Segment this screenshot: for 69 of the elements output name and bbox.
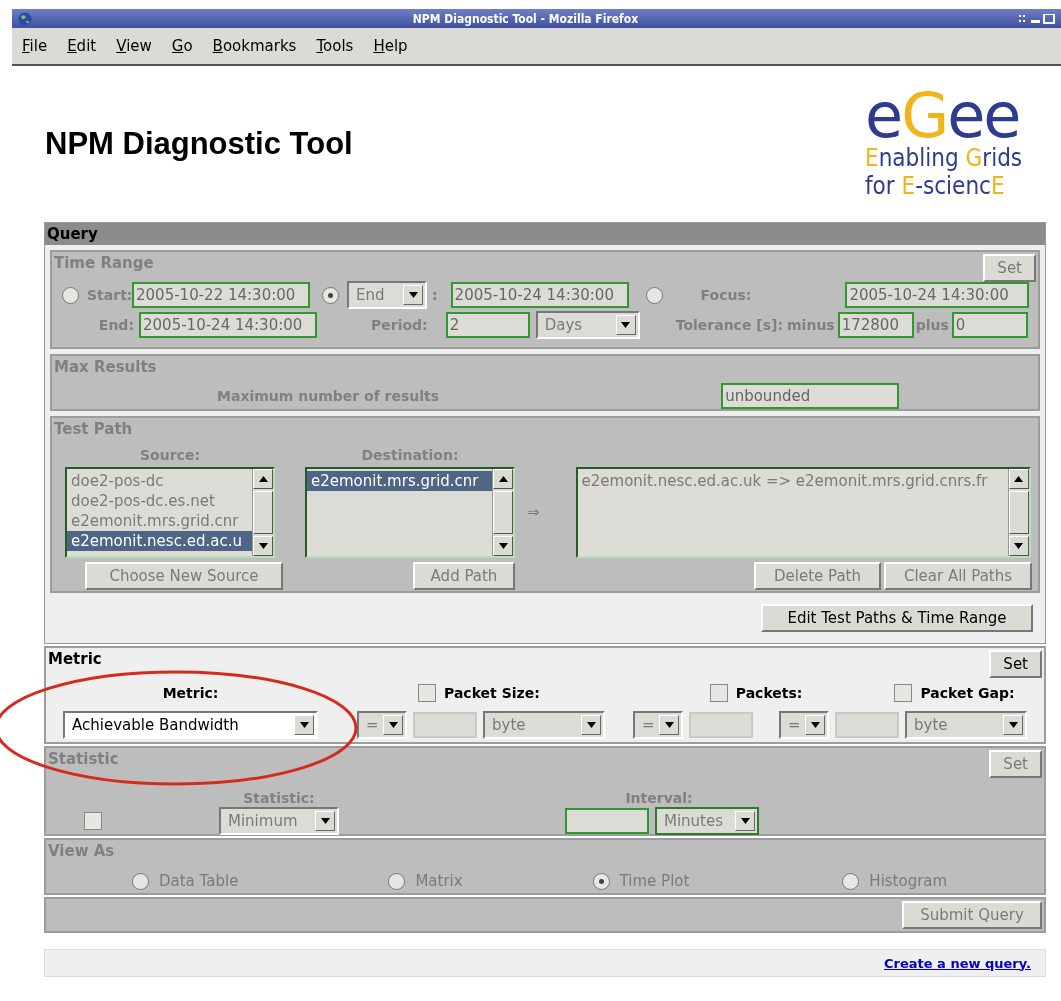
field-label: Tolerance [s]: bbox=[675, 317, 784, 333]
menu-item[interactable]: Help bbox=[373, 37, 408, 55]
field-label: Source: bbox=[139, 447, 201, 463]
field-label: Focus: bbox=[700, 287, 752, 303]
select-field[interactable]: byte bbox=[483, 711, 605, 739]
panel-title: View As bbox=[48, 842, 115, 860]
window-title: NPM Diagnostic Tool - Mozilla Firefox bbox=[411, 11, 640, 26]
arrow-symbol: ⇒ bbox=[527, 503, 540, 521]
set-button[interactable]: Set bbox=[989, 650, 1042, 678]
new-query-link[interactable]: Create a new query. bbox=[884, 955, 1031, 971]
field-label: plus bbox=[915, 317, 949, 333]
edit-paths-button[interactable]: Edit Test Paths & Time Range bbox=[761, 604, 1033, 632]
menu-item[interactable]: Go bbox=[171, 37, 193, 55]
scroll-up-icon bbox=[1014, 475, 1024, 482]
checkbox[interactable] bbox=[894, 684, 913, 702]
panel-title: Statistic bbox=[48, 750, 119, 768]
checkbox[interactable] bbox=[709, 684, 728, 702]
scroll-down-icon bbox=[1014, 542, 1024, 549]
scroll-up-icon bbox=[498, 475, 508, 482]
field-label: Destination: bbox=[360, 447, 460, 463]
checkbox[interactable] bbox=[418, 684, 436, 702]
field-label: Metric: bbox=[161, 685, 220, 701]
field-label: Period: bbox=[371, 317, 428, 333]
menu-item[interactable]: Bookmarks bbox=[212, 37, 297, 55]
menu-item[interactable]: View bbox=[116, 37, 152, 55]
scroll-down-icon bbox=[1008, 722, 1018, 728]
scroll-down-icon bbox=[621, 322, 631, 328]
scroll-down-icon bbox=[740, 818, 750, 824]
field-label: : bbox=[432, 287, 438, 303]
field-label: Packet Size: bbox=[444, 685, 540, 701]
field-label: Packets: bbox=[735, 685, 803, 701]
input-field[interactable] bbox=[835, 712, 899, 738]
scroll-down-icon bbox=[388, 722, 398, 728]
scroll-down-icon bbox=[320, 818, 330, 824]
panel-title: Metric bbox=[48, 650, 102, 668]
menu-item[interactable]: Edit bbox=[67, 37, 97, 55]
scroll-up-icon bbox=[258, 475, 268, 482]
field-label: Statistic: bbox=[242, 790, 316, 806]
menu-item[interactable]: File bbox=[22, 37, 48, 55]
scroll-down-icon bbox=[299, 722, 309, 728]
field-label: Maximum number of results bbox=[217, 388, 440, 404]
input-field[interactable] bbox=[413, 712, 477, 738]
panel-title: Test Path bbox=[54, 420, 133, 438]
field-label: minus bbox=[787, 317, 835, 333]
select-field[interactable]: byte bbox=[905, 711, 1027, 739]
select-field[interactable]: = bbox=[779, 711, 829, 739]
scroll-down-icon bbox=[258, 542, 268, 549]
section-header: Query bbox=[45, 223, 1045, 245]
page-title: NPM Diagnostic Tool bbox=[45, 126, 353, 162]
field-label: Packet Gap: bbox=[920, 685, 1015, 701]
window-controls-icon bbox=[1019, 13, 1055, 24]
field-label: Interval: bbox=[624, 790, 694, 806]
scroll-down-icon bbox=[498, 542, 508, 549]
globe-icon bbox=[18, 11, 32, 26]
select-field[interactable]: = bbox=[633, 711, 683, 739]
submit-button[interactable]: Submit Query bbox=[902, 901, 1042, 929]
panel-title: Time Range bbox=[54, 254, 154, 272]
panel-title: Max Results bbox=[54, 358, 157, 376]
scroll-down-icon bbox=[810, 722, 820, 728]
metric-select[interactable]: Achievable Bandwidth bbox=[63, 711, 318, 739]
field-label: Start: bbox=[87, 287, 132, 303]
scroll-down-icon bbox=[664, 722, 674, 728]
logo: eGee Enabling Grids for E-sciencE bbox=[865, 88, 1024, 200]
input-field[interactable] bbox=[689, 712, 753, 738]
select-field[interactable]: = bbox=[357, 711, 407, 739]
scroll-down-icon bbox=[408, 292, 418, 298]
field-label: End: bbox=[97, 317, 134, 333]
menu-item[interactable]: Tools bbox=[316, 37, 354, 55]
scroll-down-icon bbox=[586, 722, 596, 728]
